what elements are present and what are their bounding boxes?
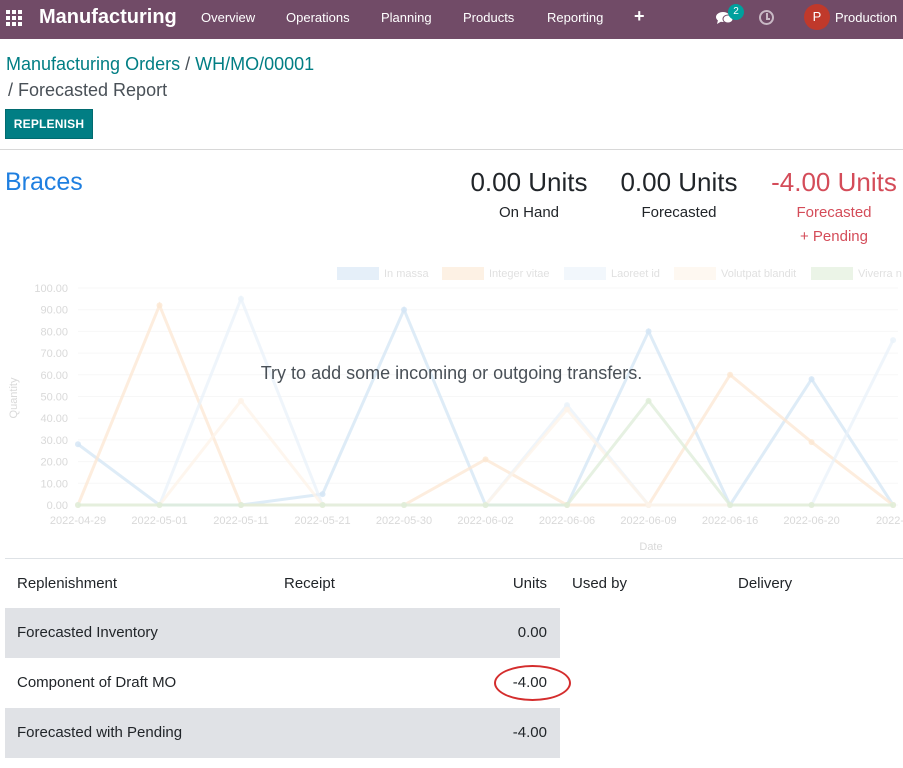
stat-forecasted-value: 0.00 Units <box>620 167 738 197</box>
company-switcher[interactable]: Production <box>835 10 897 26</box>
stat-on-hand-label: On Hand <box>498 204 560 221</box>
stat-forecasted-label: Forecasted <box>641 204 717 221</box>
breadcrumb: Manufacturing Orders / WH/MO/00001 <box>6 53 314 75</box>
breadcrumb-record[interactable]: WH/MO/00001 <box>195 54 314 74</box>
stat-forecasted: 0.00 Units Forecasted <box>614 167 744 225</box>
replenish-button[interactable]: REPLENISH <box>5 109 93 139</box>
table-header-row: Replenishment Receipt Units Used by Deli… <box>5 558 903 608</box>
stat-on-hand-value: 0.00 Units <box>470 167 588 197</box>
row-label: Forecasted with Pending <box>17 724 183 741</box>
table-row: Forecasted with Pending -4.00 <box>5 708 903 758</box>
row-label: Forecasted Inventory <box>17 624 158 641</box>
messages-count-badge: 2 <box>728 4 744 20</box>
forecast-chart: 0.0010.0020.0030.0040.0050.0060.0070.008… <box>0 258 903 556</box>
breadcrumb-manufacturing-orders[interactable]: Manufacturing Orders <box>6 54 180 74</box>
stat-label-line2: + Pending <box>800 228 868 245</box>
menu-operations[interactable]: Operations <box>286 10 350 26</box>
plus-icon[interactable]: + <box>634 6 645 26</box>
row-units: 0.00 <box>517 624 547 641</box>
stat-label-line1: Forecasted <box>796 204 872 221</box>
stat-on-hand: 0.00 Units On Hand <box>464 167 594 225</box>
chart-empty-message: Try to add some incoming or outgoing tra… <box>260 363 643 383</box>
highlight-circle <box>494 665 571 701</box>
table-row: Forecasted Inventory 0.00 <box>5 608 903 658</box>
header-receipt: Receipt <box>284 575 335 592</box>
app-name[interactable]: Manufacturing <box>39 5 177 29</box>
header-units: Units <box>512 575 547 592</box>
apps-menu-icon[interactable] <box>6 10 22 26</box>
stat-forecasted-pending-label: Forecasted + Pending <box>764 201 903 249</box>
control-panel-divider <box>0 149 903 150</box>
stat-forecasted-pending-value: -4.00 Units <box>771 167 897 197</box>
top-navbar: Manufacturing Overview Operations Planni… <box>0 0 903 39</box>
header-used-by: Used by <box>572 575 628 592</box>
breadcrumb-separator: / <box>185 54 191 74</box>
row-label[interactable]: Component of Draft MO <box>17 658 176 708</box>
header-delivery: Delivery <box>738 575 793 592</box>
product-name-link[interactable]: Braces <box>5 167 83 197</box>
activity-clock-icon[interactable] <box>759 10 774 25</box>
menu-planning[interactable]: Planning <box>381 10 432 26</box>
breadcrumb-current: / Forecasted Report <box>8 80 168 100</box>
row-units: -4.00 <box>512 724 547 741</box>
menu-products[interactable]: Products <box>463 10 514 26</box>
menu-overview[interactable]: Overview <box>201 10 255 26</box>
chart-empty-overlay <box>0 258 903 556</box>
user-avatar[interactable]: P <box>804 4 830 30</box>
stat-forecasted-pending: -4.00 Units Forecasted + Pending <box>764 167 903 249</box>
header-replenishment: Replenishment <box>17 575 118 592</box>
menu-reporting[interactable]: Reporting <box>547 10 603 26</box>
table-row: Component of Draft MO -4.00 <box>5 658 903 708</box>
